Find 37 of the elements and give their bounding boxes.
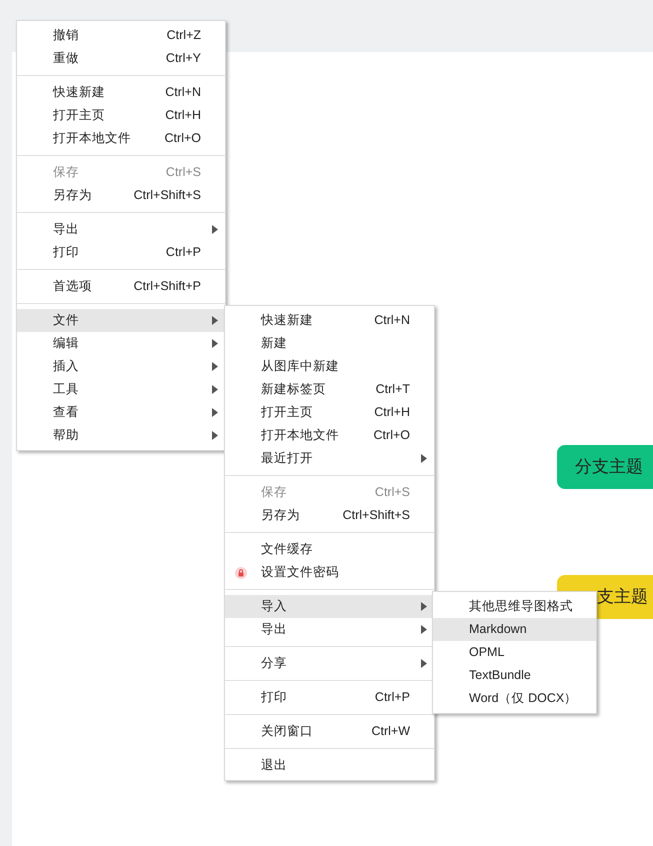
menu-item[interactable]: 打开本地文件 Ctrl+O — [225, 424, 434, 447]
menu-item[interactable]: 导出 — [17, 218, 225, 241]
menu-item[interactable]: 另存为 Ctrl+Shift+S — [17, 184, 225, 207]
menu-item[interactable]: 关闭窗口 Ctrl+W — [225, 720, 434, 743]
menu-item[interactable]: 帮助 — [17, 424, 225, 447]
menu-item[interactable]: 导入 — [225, 595, 434, 618]
menu-item[interactable]: 文件 — [17, 309, 225, 332]
menu-item[interactable]: 快速新建 Ctrl+N — [225, 309, 434, 332]
menu-item[interactable]: 重做 Ctrl+Y — [17, 47, 225, 70]
menu-item[interactable]: 打开本地文件 Ctrl+O — [17, 127, 225, 150]
menu-item[interactable]: TextBundle — [433, 664, 596, 687]
menu-item[interactable]: 撤销 Ctrl+Z — [17, 24, 225, 47]
menu-item[interactable]: 从图库中新建 — [225, 355, 434, 378]
menu-item[interactable]: 插入 — [17, 355, 225, 378]
menu-item[interactable]: 另存为 Ctrl+Shift+S — [225, 504, 434, 527]
menu-item[interactable]: 分享 — [225, 652, 434, 675]
menu-item[interactable]: 快速新建 Ctrl+N — [17, 81, 225, 104]
menu-item[interactable]: 退出 — [225, 754, 434, 777]
menu-item[interactable]: 首选项 Ctrl+Shift+P — [17, 275, 225, 298]
lock-icon — [235, 567, 247, 579]
menu-item[interactable]: 文件缓存 — [225, 538, 434, 561]
menu-item[interactable]: 最近打开 — [225, 447, 434, 470]
topic-node[interactable]: 分支主题 — [557, 445, 653, 489]
menu-item[interactable]: 打印 Ctrl+P — [225, 686, 434, 709]
menu-item[interactable]: 打开主页 Ctrl+H — [225, 401, 434, 424]
menu-item[interactable]: 导出 — [225, 618, 434, 641]
menu-item[interactable]: Markdown — [433, 618, 596, 641]
menu-item[interactable]: 设置文件密码 — [225, 561, 434, 584]
menu-item[interactable]: 打开主页 Ctrl+H — [17, 104, 225, 127]
menu-item[interactable]: 新建 — [225, 332, 434, 355]
menu-item[interactable]: Word（仅 DOCX） — [433, 687, 596, 710]
menu-item[interactable]: 新建标签页 Ctrl+T — [225, 378, 434, 401]
menu-item[interactable]: OPML — [433, 641, 596, 664]
menu-item[interactable]: 工具 — [17, 378, 225, 401]
menu-item[interactable]: 查看 — [17, 401, 225, 424]
menu-item[interactable]: 编辑 — [17, 332, 225, 355]
menu-item[interactable]: 打印 Ctrl+P — [17, 241, 225, 264]
